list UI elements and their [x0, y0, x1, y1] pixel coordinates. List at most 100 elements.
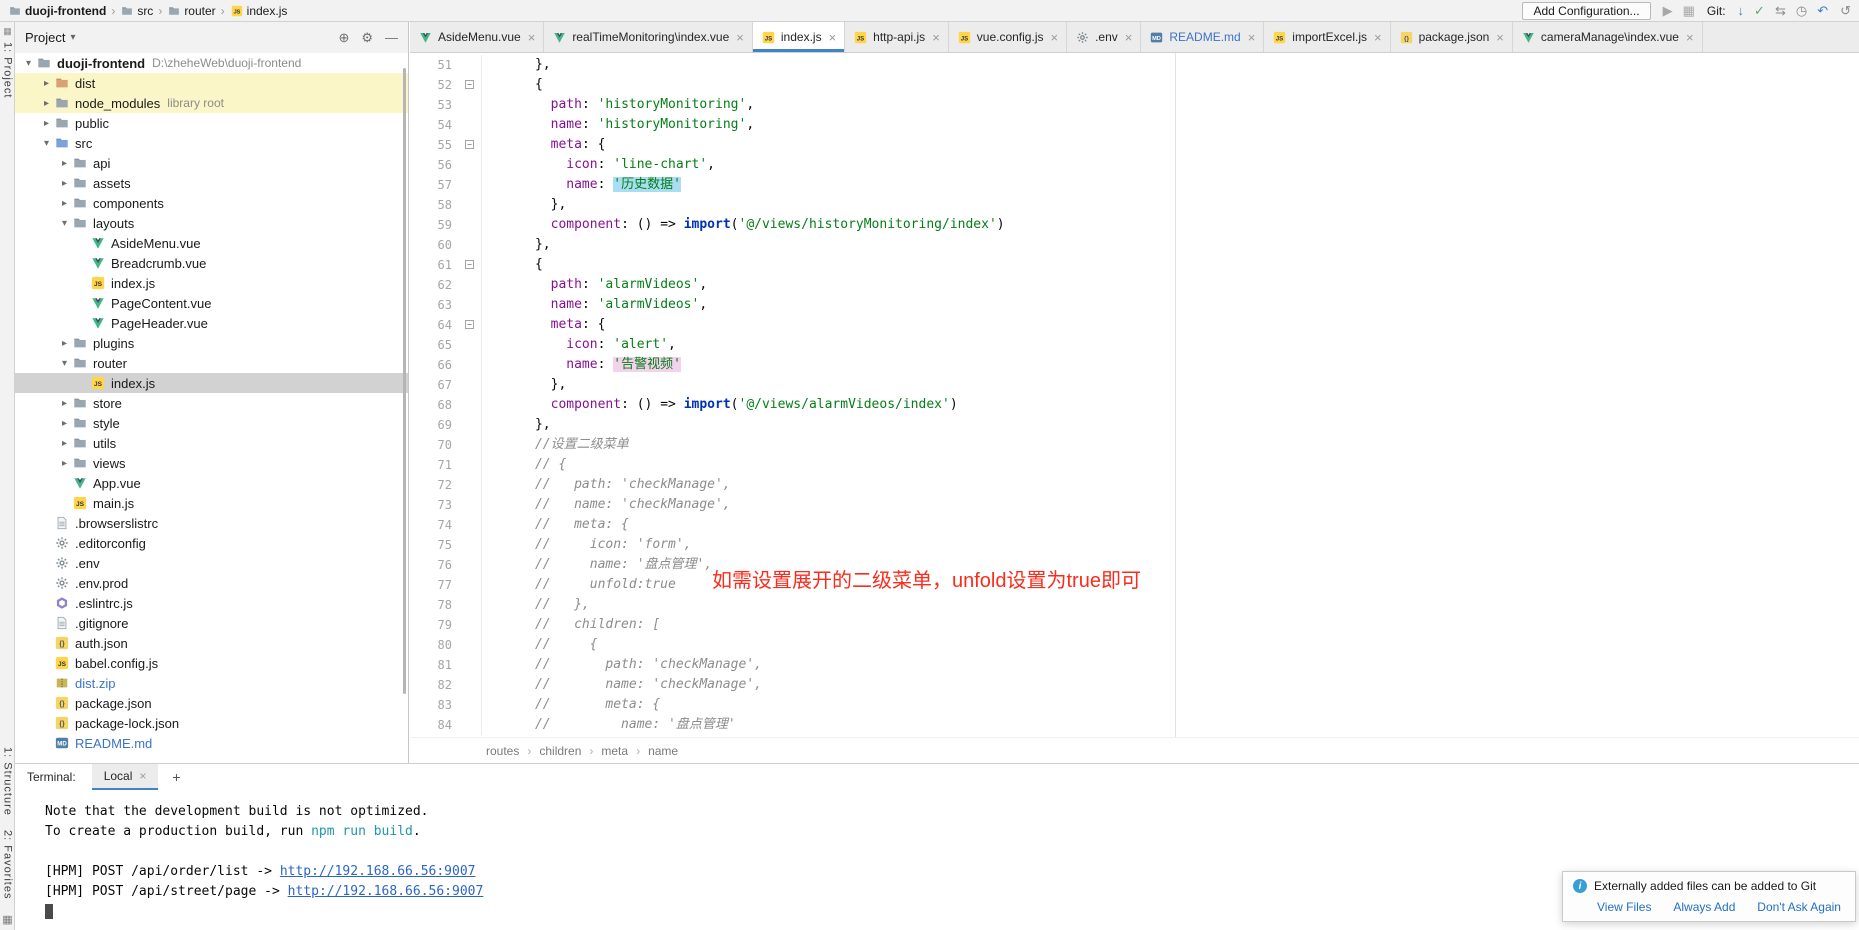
tree-item-dist.zip[interactable]: dist.zip [15, 673, 408, 693]
update-project-icon[interactable]: ↓ [1738, 4, 1745, 17]
tree-item-pagecontent.vue[interactable]: PageContent.vue [15, 293, 408, 313]
tab-close-icon[interactable]: × [528, 30, 536, 45]
tree-item-.browserslistrc[interactable]: .browserslistrc [15, 513, 408, 533]
project-scrollbar[interactable] [403, 68, 406, 694]
editor-tab[interactable]: JSimportExcel.js× [1264, 22, 1390, 52]
rollback-icon[interactable]: ↶ [1817, 4, 1828, 17]
tree-item-store[interactable]: ▸store [15, 393, 408, 413]
toolwindow-switcher-icon[interactable]: ▦ [2, 913, 12, 926]
tree-item-api[interactable]: ▸api [15, 153, 408, 173]
hide-icon[interactable]: — [385, 30, 398, 45]
tree-item-plugins[interactable]: ▸plugins [15, 333, 408, 353]
don-t-ask-again-link[interactable]: Don't Ask Again [1757, 900, 1841, 914]
add-configuration-button[interactable]: Add Configuration... [1522, 2, 1650, 20]
tree-item-auth.json[interactable]: {}auth.json [15, 633, 408, 653]
tree-item-pageheader.vue[interactable]: PageHeader.vue [15, 313, 408, 333]
chevron-collapsed-icon[interactable]: ▸ [39, 98, 54, 109]
terminal-tab-close-icon[interactable]: × [139, 769, 146, 783]
tree-item-assets[interactable]: ▸assets [15, 173, 408, 193]
terminal-link[interactable]: http://192.168.66.56:9007 [280, 864, 476, 879]
tree-item-duoji-frontend[interactable]: ▾duoji-frontendD:\zheheWeb\duoji-fronten… [15, 53, 408, 73]
tree-item-package.json[interactable]: {}package.json [15, 693, 408, 713]
locate-icon[interactable]: ⊕ [338, 30, 349, 46]
chevron-collapsed-icon[interactable]: ▸ [57, 158, 72, 169]
tree-item-dist[interactable]: ▸dist [15, 73, 408, 93]
always-add-link[interactable]: Always Add [1673, 900, 1735, 914]
editor-breadcrumb-item[interactable]: name [648, 744, 678, 758]
project-panel-title[interactable]: Project [25, 30, 65, 45]
structure-stripe-button[interactable]: 1: Structure [2, 747, 14, 816]
chevron-collapsed-icon[interactable]: ▸ [57, 418, 72, 429]
settings-icon[interactable]: ⚙ [361, 30, 373, 46]
breadcrumb-item[interactable]: JSindex.js [230, 4, 288, 18]
editor-tab[interactable]: JSindex.js× [753, 22, 845, 52]
chevron-collapsed-icon[interactable]: ▸ [39, 118, 54, 129]
tree-item-components[interactable]: ▸components [15, 193, 408, 213]
fold-marker-icon[interactable]: − [465, 320, 474, 329]
view-files-link[interactable]: View Files [1597, 900, 1651, 914]
terminal-link[interactable]: http://192.168.66.56:9007 [288, 884, 484, 899]
tab-close-icon[interactable]: × [736, 30, 744, 45]
favorites-stripe-button[interactable]: 2: Favorites [2, 830, 14, 899]
editor-breadcrumb-item[interactable]: routes [486, 744, 519, 758]
tree-item-.gitignore[interactable]: .gitignore [15, 613, 408, 633]
chevron-expanded-icon[interactable]: ▾ [21, 58, 36, 69]
tab-close-icon[interactable]: × [1050, 30, 1058, 45]
tree-item-babel.config.js[interactable]: JSbabel.config.js [15, 653, 408, 673]
breadcrumb-item[interactable]: duoji-frontend [8, 4, 106, 18]
tree-item-.editorconfig[interactable]: .editorconfig [15, 533, 408, 553]
editor-tab[interactable]: MDREADME.md× [1141, 22, 1264, 52]
chevron-collapsed-icon[interactable]: ▸ [57, 438, 72, 449]
tree-item-package-lock.json[interactable]: {}package-lock.json [15, 713, 408, 733]
chevron-collapsed-icon[interactable]: ▸ [57, 398, 72, 409]
tree-item-.eslintrc.js[interactable]: .eslintrc.js [15, 593, 408, 613]
tree-item-public[interactable]: ▸public [15, 113, 408, 133]
breadcrumb-item[interactable]: router [167, 4, 215, 18]
tab-close-icon[interactable]: × [932, 30, 940, 45]
tab-close-icon[interactable]: × [1686, 30, 1694, 45]
editor-tab[interactable]: AsideMenu.vue× [410, 22, 544, 52]
new-terminal-button[interactable]: + [168, 769, 184, 785]
tree-item-index.js[interactable]: JSindex.js [15, 373, 408, 393]
editor-tab[interactable]: realTimeMonitoring\index.vue× [544, 22, 753, 52]
chevron-expanded-icon[interactable]: ▾ [57, 358, 72, 369]
editor-tab[interactable]: JShttp-api.js× [845, 22, 949, 52]
editor-tab[interactable]: {}package.json× [1391, 22, 1513, 52]
tree-item-app.vue[interactable]: App.vue [15, 473, 408, 493]
project-stripe-button[interactable]: 1: Project [2, 42, 14, 98]
restore-layout-icon[interactable]: ↺ [1840, 4, 1851, 17]
compare-icon[interactable]: ⇆ [1775, 4, 1786, 17]
editor-tab[interactable]: cameraManage\index.vue× [1513, 22, 1703, 52]
chevron-expanded-icon[interactable]: ▾ [39, 138, 54, 149]
tree-item-node-modules[interactable]: ▸node_moduleslibrary root [15, 93, 408, 113]
chevron-collapsed-icon[interactable]: ▸ [57, 458, 72, 469]
tree-item-src[interactable]: ▾src [15, 133, 408, 153]
tab-close-icon[interactable]: × [1496, 30, 1504, 45]
editor-breadcrumb-item[interactable]: children [539, 744, 581, 758]
tree-item-asidemenu.vue[interactable]: AsideMenu.vue [15, 233, 408, 253]
tab-close-icon[interactable]: × [1374, 30, 1382, 45]
chevron-collapsed-icon[interactable]: ▸ [39, 78, 54, 89]
terminal-tab-local[interactable]: Local × [92, 764, 159, 790]
tree-item-readme.md[interactable]: MDREADME.md [15, 733, 408, 753]
fold-marker-icon[interactable]: − [465, 140, 474, 149]
tree-item-views[interactable]: ▸views [15, 453, 408, 473]
tree-item-.env[interactable]: .env [15, 553, 408, 573]
tab-close-icon[interactable]: × [1125, 30, 1133, 45]
tree-item-main.js[interactable]: JSmain.js [15, 493, 408, 513]
chevron-collapsed-icon[interactable]: ▸ [57, 338, 72, 349]
history-icon[interactable]: ◷ [1796, 4, 1807, 17]
run-icon[interactable]: ▶ [1663, 4, 1673, 17]
breadcrumb-item[interactable]: src [120, 4, 153, 18]
tree-item-layouts[interactable]: ▾layouts [15, 213, 408, 233]
profiler-icon[interactable]: ▦ [1683, 4, 1695, 17]
tree-item-.env.prod[interactable]: .env.prod [15, 573, 408, 593]
commit-icon[interactable]: ✓ [1754, 4, 1765, 17]
chevron-collapsed-icon[interactable]: ▸ [57, 198, 72, 209]
fold-marker-icon[interactable]: − [465, 80, 474, 89]
tab-close-icon[interactable]: × [1248, 30, 1256, 45]
chevron-collapsed-icon[interactable]: ▸ [57, 178, 72, 189]
editor-tab[interactable]: JSvue.config.js× [949, 22, 1067, 52]
tree-item-breadcrumb.vue[interactable]: Breadcrumb.vue [15, 253, 408, 273]
tree-item-utils[interactable]: ▸utils [15, 433, 408, 453]
